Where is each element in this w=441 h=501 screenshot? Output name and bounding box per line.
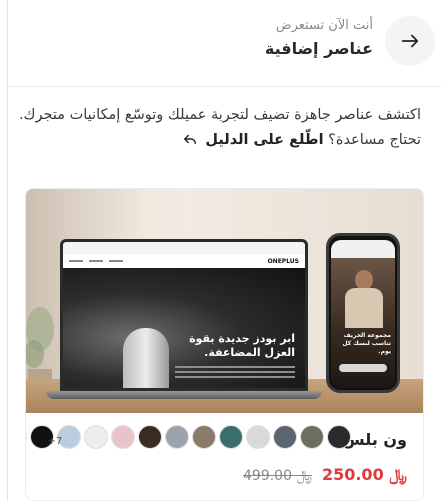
back-button[interactable] (385, 16, 435, 66)
laptop-site-logo: ONEPLUS (267, 257, 299, 265)
phone-model-body (345, 288, 383, 328)
laptop-nav-menu (69, 260, 123, 262)
old-currency-symbol: ﷼ (296, 468, 312, 484)
guide-link[interactable]: اطّلع على الدليل (183, 132, 324, 148)
section-title: عناصر إضافية (264, 39, 373, 58)
price-row: ﷼ 250.00 ﷼ 499.00 (243, 465, 407, 485)
color-swatch-espresso[interactable] (138, 425, 162, 449)
color-swatch-silver[interactable] (26, 425, 27, 449)
phone-screen: مجموعة الخريف تناسب لبسك كل يوم. (331, 240, 395, 388)
laptop-site-nav: ONEPLUS (63, 254, 305, 268)
color-swatch-olive-gray[interactable] (300, 425, 324, 449)
theme-preview-image[interactable]: ONEPLUS ابر بودز جديدة بقوة العزل المضاع… (26, 189, 423, 413)
more-swatches-count[interactable]: +7 (44, 430, 66, 452)
phone-headline: مجموعة الخريف تناسب لبسك كل يوم. (342, 332, 391, 355)
current-price: ﷼ 250.00 (322, 465, 407, 485)
laptop-hero-banner: ابر بودز جديدة بقوة العزل المضاعفة. (63, 268, 305, 388)
color-swatch-light-gray[interactable] (246, 425, 270, 449)
section-description: اكتشف عناصر جاهزة تضيف لتجربة عميلك وتوس… (14, 103, 421, 153)
phone-model-head (355, 270, 373, 290)
laptop-body-lines (175, 366, 295, 381)
laptop-base (46, 391, 322, 399)
color-swatch-steel[interactable] (165, 425, 189, 449)
color-swatch-pink[interactable] (111, 425, 135, 449)
theme-card[interactable]: ONEPLUS ابر بودز جديدة بقوة العزل المضاع… (25, 188, 424, 501)
laptop-browser-bar (63, 242, 305, 254)
browsing-label: أنت الآن تستعرض (275, 18, 373, 33)
color-swatch-taupe[interactable] (192, 425, 216, 449)
guide-link-label: اطّلع على الدليل (205, 132, 324, 148)
laptop-headline: ابر بودز جديدة بقوة العزل المضاعفة. (189, 332, 295, 359)
old-price-value: 499.00 (243, 468, 292, 484)
browsing-header: أنت الآن تستعرض عناصر إضافية (8, 0, 441, 87)
external-link-icon (184, 134, 197, 145)
arrow-right-icon (401, 34, 419, 48)
laptop-mockup: ONEPLUS ابر بودز جديدة بقوة العزل المضاع… (60, 239, 308, 391)
phone-cta-button (339, 364, 387, 372)
phone-mockup: مجموعة الخريف تناسب لبسك كل يوم. (326, 233, 400, 393)
current-price-value: 250.00 (321, 465, 384, 484)
color-swatch-slate[interactable] (273, 425, 297, 449)
currency-symbol: ﷼ (389, 465, 407, 484)
color-swatches (26, 425, 351, 449)
old-price: ﷼ 499.00 (243, 468, 312, 484)
color-swatch-pearl[interactable] (84, 425, 108, 449)
theme-name[interactable]: ون بلس (343, 430, 407, 449)
color-swatch-dark-charcoal[interactable] (327, 425, 351, 449)
color-swatch-teal[interactable] (219, 425, 243, 449)
